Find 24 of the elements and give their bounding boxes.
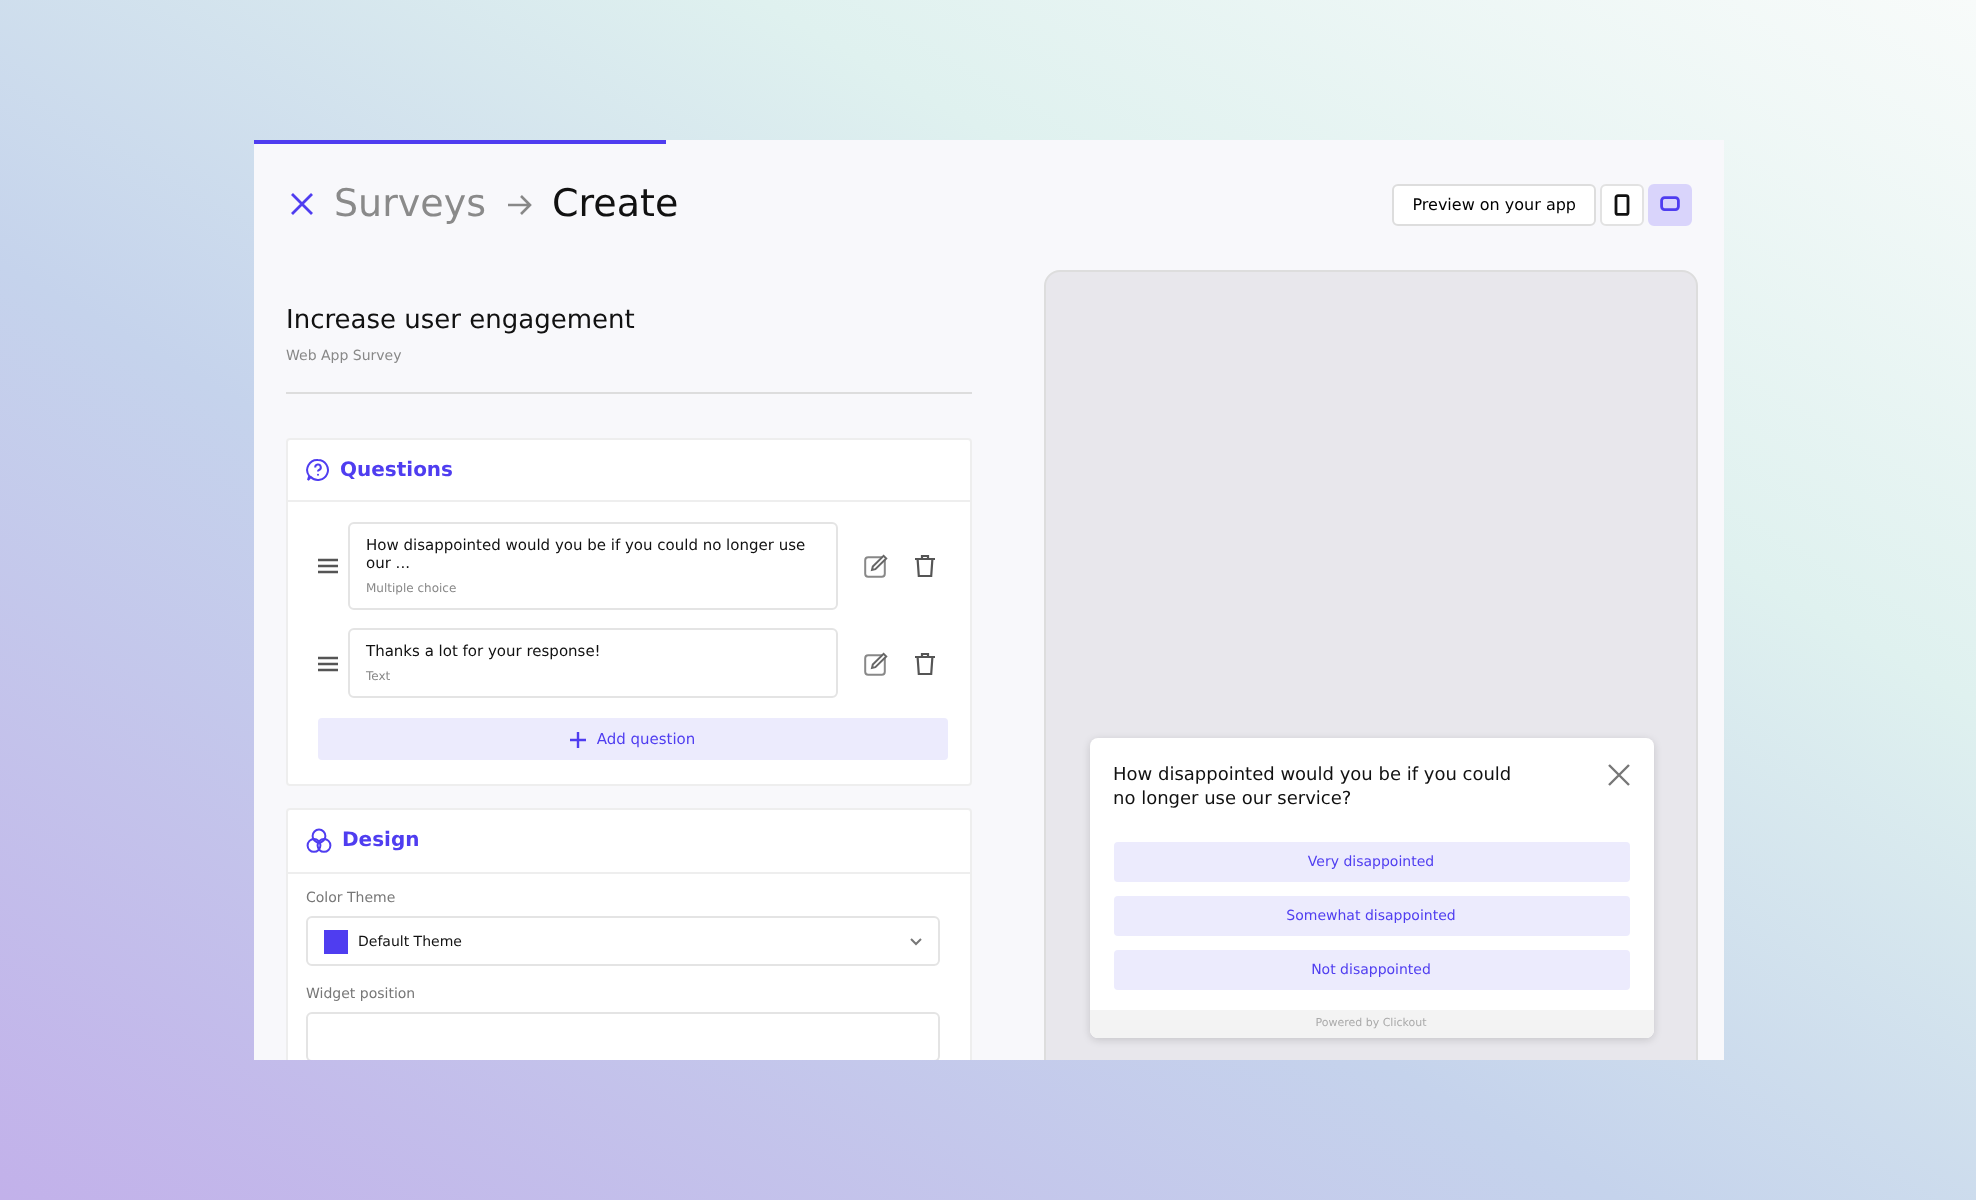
edit-icon[interactable] [864, 554, 888, 578]
phone-icon [1614, 193, 1630, 215]
section-title: Design [342, 830, 420, 852]
breadcrumb-link[interactable]: Surveys [334, 182, 486, 226]
trash-icon[interactable] [914, 554, 936, 578]
circles-icon [306, 828, 332, 854]
survey-title: Increase user engagement [286, 306, 637, 336]
section-title: Questions [340, 459, 454, 481]
arrow-right-icon [506, 193, 532, 215]
drag-handle-icon[interactable] [318, 558, 338, 574]
mobile-view-button[interactable] [1600, 183, 1644, 225]
desktop-view-button[interactable] [1648, 183, 1692, 225]
widget-question: How disappointed would you be if you could no longer use our service? [1113, 763, 1513, 814]
plus-icon [570, 731, 587, 747]
monitor-icon [1660, 196, 1680, 212]
close-icon[interactable] [290, 192, 314, 216]
drag-handle-icon[interactable] [318, 655, 338, 671]
close-icon[interactable] [1607, 763, 1629, 786]
trash-icon[interactable] [914, 651, 936, 675]
preview-button[interactable]: Preview on your app [1392, 183, 1596, 225]
question-bubble-icon [306, 458, 330, 482]
page-title: Create [552, 182, 679, 226]
edit-icon[interactable] [864, 651, 888, 675]
chevron-down-icon [910, 937, 922, 945]
